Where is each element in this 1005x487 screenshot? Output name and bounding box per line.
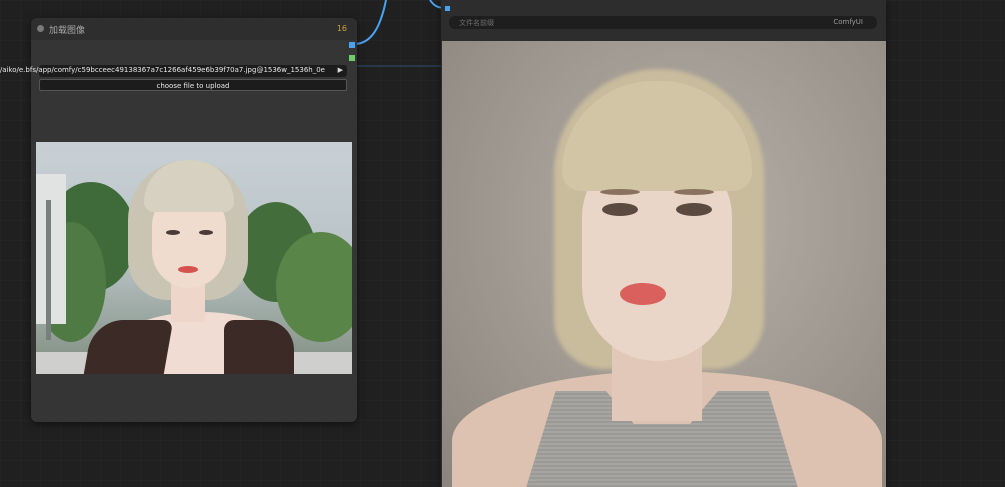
filename-prefix-value: ComfyUI — [833, 18, 863, 26]
load-image-node[interactable]: 加载图像 16 .com/bfs/aiko/e.bfs/app/comfy/c5… — [0, 18, 357, 422]
preview-image-node[interactable]: 文件名前缀 ComfyUI — [441, 0, 886, 487]
filename-prefix-field[interactable]: 文件名前缀 ComfyUI — [449, 16, 877, 29]
image-url-field[interactable]: .com/bfs/aiko/e.bfs/app/comfy/c59bcceec4… — [0, 65, 347, 77]
loaded-image-preview — [36, 142, 352, 374]
image-url-value: .com/bfs/aiko/e.bfs/app/comfy/c59bcceec4… — [0, 66, 325, 74]
triangle-right-icon[interactable]: ▶ — [338, 66, 343, 74]
choose-file-button[interactable]: choose file to upload — [39, 79, 347, 91]
image-input-port[interactable] — [445, 6, 450, 11]
collapse-dot-icon[interactable] — [37, 25, 44, 32]
node-title: 加载图像 — [49, 26, 86, 36]
filename-prefix-label: 文件名前缀 — [459, 19, 494, 27]
mask-output-port[interactable] — [349, 55, 355, 61]
output-image-preview — [442, 41, 886, 487]
image-wire — [353, 0, 387, 45]
image-output-port[interactable] — [349, 42, 355, 48]
node-title-bar[interactable]: 加载图像 16 — [31, 18, 357, 40]
node-id-badge: 16 — [336, 24, 347, 33]
